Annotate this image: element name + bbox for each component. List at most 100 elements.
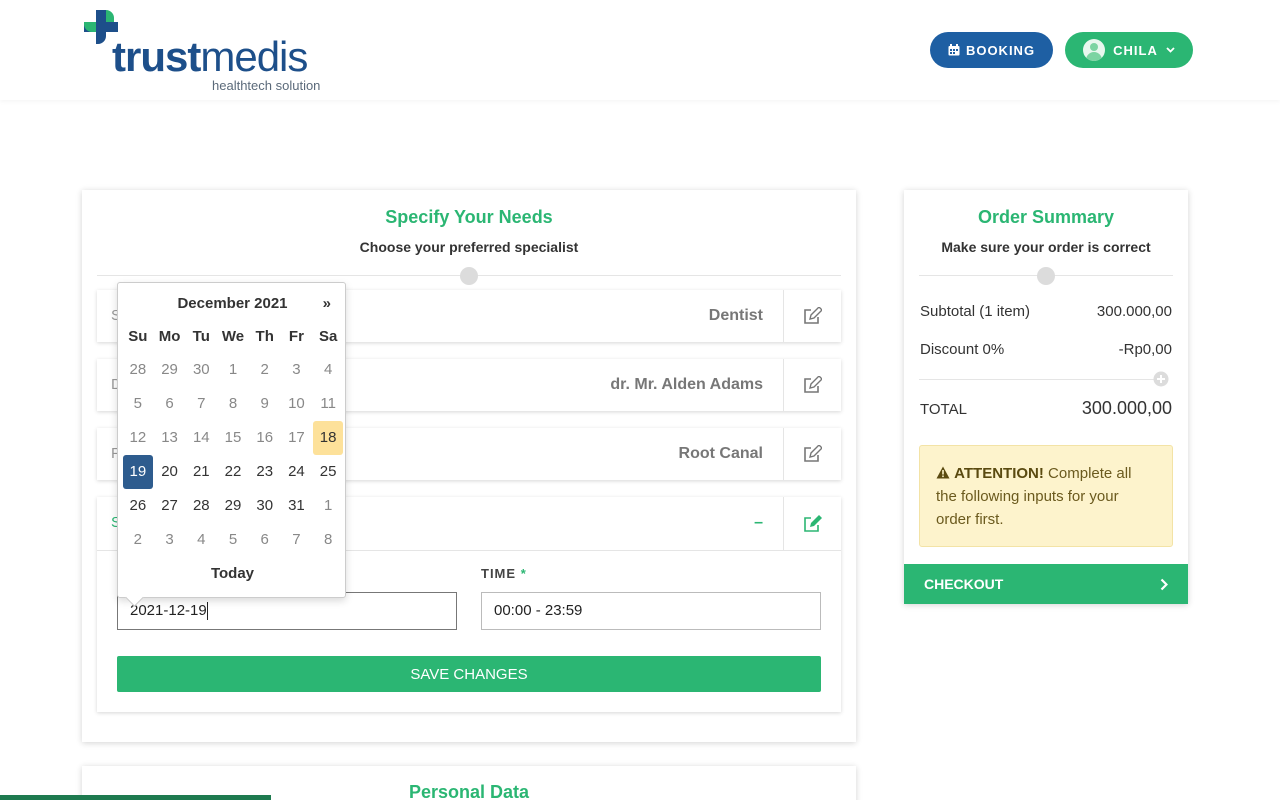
order-summary-title: Order Summary xyxy=(977,207,1115,227)
checkout-button[interactable]: CHECKOUT xyxy=(904,564,1188,604)
edit-schedule-button[interactable] xyxy=(783,497,841,551)
edit-procedure-button[interactable] xyxy=(783,428,841,480)
user-name-label: CHILA xyxy=(1113,42,1158,58)
calendar-day[interactable]: 1 xyxy=(218,353,248,387)
procedure-value: Root Canal xyxy=(678,445,763,462)
total-value: 300.000,00 xyxy=(1081,398,1172,418)
calendar-day[interactable]: 2 xyxy=(123,523,153,557)
calendar-day[interactable]: 28 xyxy=(123,353,153,387)
subtotal-value: 300.000,00 xyxy=(1096,303,1172,320)
calendar-day[interactable]: 3 xyxy=(282,353,312,387)
datepicker-popup: December 2021 » Su Mo Tu We Th Fr Sa 28 … xyxy=(117,282,346,598)
calendar-day[interactable]: 7 xyxy=(282,523,312,557)
calendar-day[interactable]: 4 xyxy=(313,353,343,387)
edit-specialist-button[interactable] xyxy=(783,290,841,342)
calendar-day[interactable]: 22 xyxy=(218,455,248,489)
calendar-day[interactable]: 27 xyxy=(155,489,185,523)
weekday-header: Su xyxy=(128,328,148,345)
calendar-day[interactable]: 10 xyxy=(282,387,312,421)
specialist-value: Dentist xyxy=(708,307,763,324)
calendar-day[interactable]: 31 xyxy=(282,489,312,523)
calendar-day[interactable]: 20 xyxy=(155,455,185,489)
logo-word-bold: trust xyxy=(112,33,201,80)
top-header: trustmedis healthtech solution BOOKING C… xyxy=(0,0,1280,100)
weekday-header: Mo xyxy=(158,328,181,345)
weekday-header: Tu xyxy=(192,328,210,345)
calendar-day[interactable]: 25 xyxy=(313,455,343,489)
specify-needs-title: Specify Your Needs xyxy=(385,207,553,227)
calendar-day[interactable]: 7 xyxy=(186,387,216,421)
calendar-day-selected[interactable]: 19 xyxy=(123,455,153,489)
save-changes-button[interactable]: SAVE CHANGES xyxy=(117,656,821,692)
calendar-day[interactable]: 5 xyxy=(123,387,153,421)
schedule-value: – xyxy=(754,514,763,531)
user-menu-button[interactable]: CHILA xyxy=(1065,32,1193,68)
datepicker-today-button[interactable]: Today xyxy=(118,565,347,582)
calendar-day[interactable]: 23 xyxy=(250,455,280,489)
edit-icon xyxy=(803,307,822,324)
logo-word-regular: medis xyxy=(200,33,308,80)
required-mark: * xyxy=(520,566,527,581)
calendar-day[interactable]: 2 xyxy=(250,353,280,387)
edit-icon xyxy=(803,515,822,532)
order-summary-subtitle: Make sure your order is correct xyxy=(941,239,1151,255)
calendar-day[interactable]: 13 xyxy=(155,421,185,455)
calendar-day[interactable]: 16 xyxy=(250,421,280,455)
time-input[interactable]: 00:00 - 23:59 xyxy=(481,592,821,630)
attention-alert: ATTENTION! Complete all the following in… xyxy=(919,445,1173,547)
chevron-right-icon xyxy=(1160,578,1168,590)
calendar-icon xyxy=(948,44,960,56)
calendar-day[interactable]: 14 xyxy=(186,421,216,455)
datepicker-month-title[interactable]: December 2021 xyxy=(118,295,347,312)
time-label-text: TIME xyxy=(481,566,517,581)
discount-line: Discount 0% -Rp0,00 xyxy=(920,341,1172,358)
weekday-header: Sa xyxy=(318,328,338,345)
calendar-day[interactable]: 4 xyxy=(186,523,216,557)
total-label: TOTAL xyxy=(920,401,967,418)
calendar-day-today[interactable]: 18 xyxy=(313,421,343,455)
weekday-header: Fr xyxy=(288,328,304,345)
calendar-day[interactable]: 8 xyxy=(313,523,343,557)
summary-divider xyxy=(919,379,1155,380)
edit-icon xyxy=(803,376,822,393)
calendar-day[interactable]: 12 xyxy=(123,421,153,455)
weekday-header: We xyxy=(221,328,245,345)
warning-icon xyxy=(936,466,950,479)
plus-circle-icon[interactable] xyxy=(1153,371,1169,387)
logo-wordmark: trustmedis xyxy=(112,33,308,80)
calendar-day[interactable]: 26 xyxy=(123,489,153,523)
discount-value: -Rp0,00 xyxy=(1118,341,1172,358)
calendar-day[interactable]: 11 xyxy=(313,387,343,421)
calendar-day[interactable]: 5 xyxy=(218,523,248,557)
calendar-day[interactable]: 3 xyxy=(155,523,185,557)
calendar-day[interactable]: 24 xyxy=(282,455,312,489)
edit-doctor-button[interactable] xyxy=(783,359,841,411)
page-progress-bar xyxy=(0,795,271,800)
order-summary-card: Order Summary Make sure your order is co… xyxy=(904,190,1188,604)
calendar-day[interactable]: 15 xyxy=(218,421,248,455)
trustmedis-logo[interactable]: trustmedis healthtech solution xyxy=(82,8,342,96)
calendar-day[interactable]: 28 xyxy=(186,489,216,523)
calendar-day[interactable]: 29 xyxy=(155,353,185,387)
datepicker-grid: Su Mo Tu We Th Fr Sa 28 29 30 1 2 3 4 5 … xyxy=(122,321,344,557)
calendar-day[interactable]: 6 xyxy=(250,523,280,557)
calendar-day[interactable]: 17 xyxy=(282,421,312,455)
date-input-value: 2021-12-19 xyxy=(130,602,207,619)
discount-label: Discount 0% xyxy=(920,341,1005,358)
divider-dot xyxy=(1037,267,1055,285)
doctor-value: dr. Mr. Alden Adams xyxy=(610,376,763,393)
calendar-day[interactable]: 21 xyxy=(186,455,216,489)
subtotal-label: Subtotal (1 item) xyxy=(920,303,1031,320)
calendar-day[interactable]: 30 xyxy=(186,353,216,387)
calendar-day[interactable]: 30 xyxy=(250,489,280,523)
calendar-day[interactable]: 1 xyxy=(313,489,343,523)
calendar-day[interactable]: 6 xyxy=(155,387,185,421)
booking-button[interactable]: BOOKING xyxy=(930,32,1053,68)
datepicker-next-button[interactable]: » xyxy=(323,295,331,312)
calendar-day[interactable]: 29 xyxy=(218,489,248,523)
calendar-day[interactable]: 8 xyxy=(218,387,248,421)
edit-icon xyxy=(803,445,822,462)
calendar-day[interactable]: 9 xyxy=(250,387,280,421)
avatar xyxy=(1083,39,1106,61)
divider-dot xyxy=(460,267,478,285)
